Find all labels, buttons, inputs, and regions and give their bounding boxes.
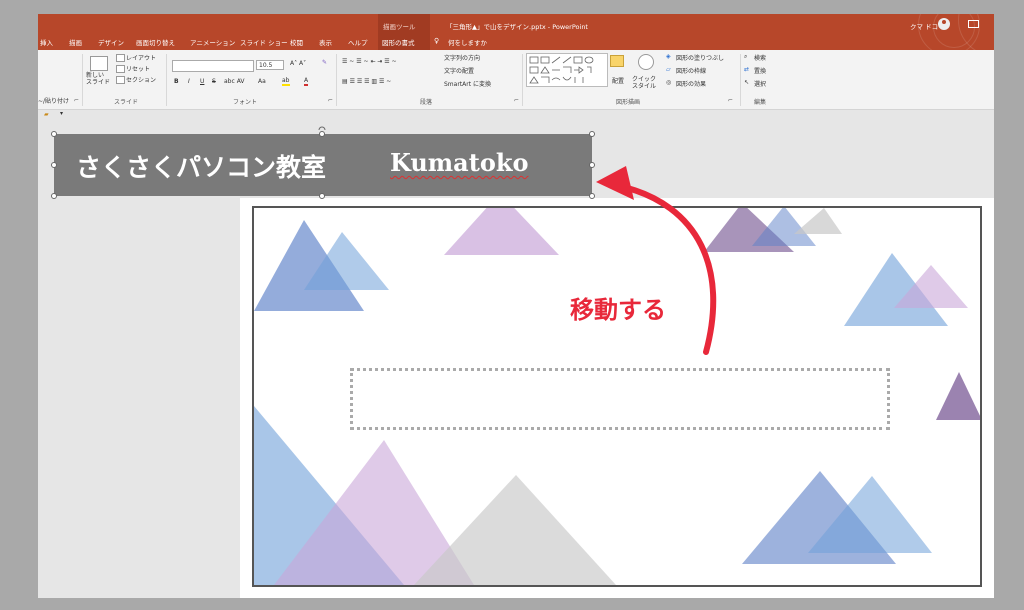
curved-arrow-icon: [596, 166, 717, 355]
